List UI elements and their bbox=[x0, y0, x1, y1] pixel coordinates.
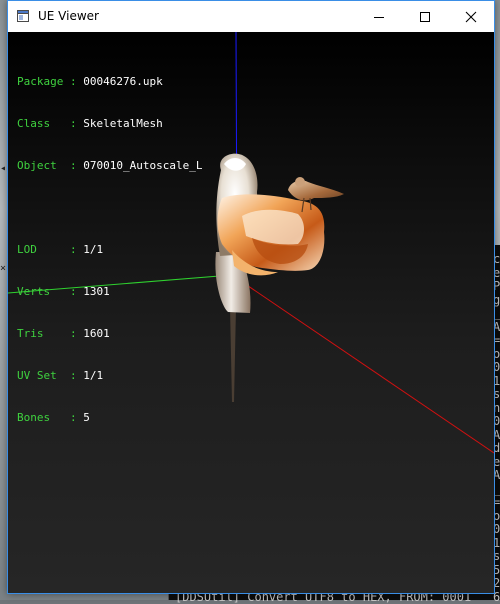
info-key: UV Set bbox=[17, 369, 57, 382]
window-title: UE Viewer bbox=[38, 9, 99, 23]
info-key: Verts bbox=[17, 285, 50, 298]
info-key: Class bbox=[17, 117, 50, 130]
minimize-button[interactable] bbox=[356, 1, 402, 32]
maximize-icon bbox=[419, 11, 431, 23]
maximize-button[interactable] bbox=[402, 1, 448, 32]
title-bar[interactable]: UE Viewer bbox=[8, 1, 494, 32]
info-row-uvset: UV Set : 1/1 bbox=[17, 369, 202, 383]
info-value: 1/1 bbox=[83, 243, 103, 256]
window-app-icon bbox=[17, 10, 29, 22]
info-key: LOD bbox=[17, 243, 37, 256]
info-row-package: Package : 00046276.upk bbox=[17, 75, 202, 89]
info-key: Bones bbox=[17, 411, 50, 424]
info-row-object: Object : 070010_Autoscale_L bbox=[17, 159, 202, 173]
minimize-icon bbox=[373, 11, 385, 23]
info-key: Tris bbox=[17, 327, 44, 340]
info-value: 1601 bbox=[83, 327, 110, 340]
close-icon bbox=[465, 11, 477, 23]
info-key: Object bbox=[17, 159, 57, 172]
info-value: SkeletalMesh bbox=[83, 117, 162, 130]
desktop-edge-glyph: ◂ bbox=[0, 163, 6, 174]
info-row-lod: LOD : 1/1 bbox=[17, 243, 202, 257]
x-axis-line bbox=[232, 275, 494, 453]
info-value: 00046276.upk bbox=[83, 75, 162, 88]
ue-viewer-window[interactable]: UE Viewer bbox=[7, 0, 495, 594]
info-row-verts: Verts : 1301 bbox=[17, 285, 202, 299]
skeletal-mesh-model bbox=[215, 154, 344, 402]
info-row-class: Class : SkeletalMesh bbox=[17, 117, 202, 131]
info-value: 1301 bbox=[83, 285, 110, 298]
desktop-edge-glyph: × bbox=[0, 263, 6, 274]
info-value: 1/1 bbox=[83, 369, 103, 382]
mesh-info-overlay: Package : 00046276.upk Class : SkeletalM… bbox=[17, 47, 202, 453]
info-row-bones: Bones : 5 bbox=[17, 411, 202, 425]
info-key: Package bbox=[17, 75, 63, 88]
3d-viewport[interactable]: Package : 00046276.upk Class : SkeletalM… bbox=[8, 32, 494, 593]
info-value: 5 bbox=[83, 411, 90, 424]
info-value: 070010_Autoscale_L bbox=[83, 159, 202, 172]
info-row-tris: Tris : 1601 bbox=[17, 327, 202, 341]
close-button[interactable] bbox=[448, 1, 494, 32]
